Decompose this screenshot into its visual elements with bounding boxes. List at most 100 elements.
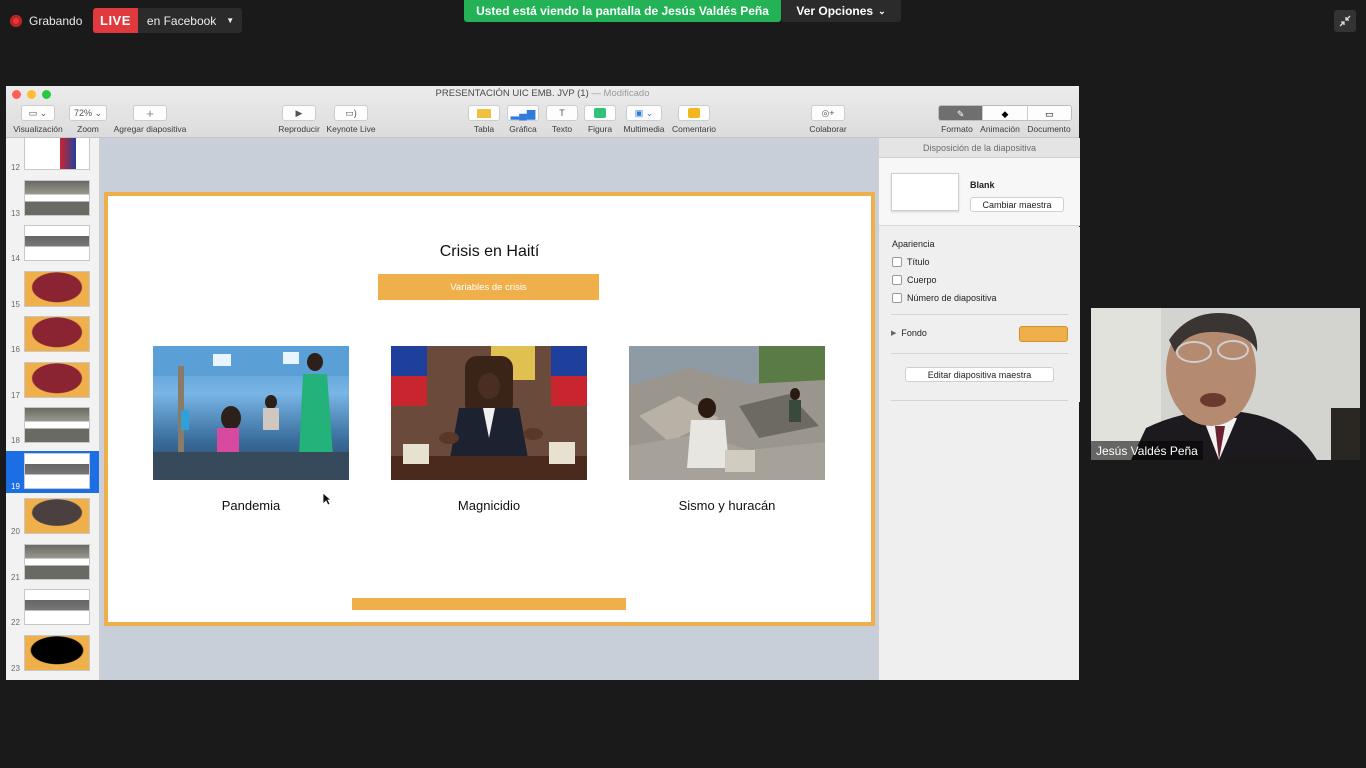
slide-number-checkbox-row[interactable]: Número de diapositiva (892, 293, 997, 303)
media-button[interactable]: ▣ ⌄ Multimedia (621, 105, 667, 134)
view-options-button[interactable]: Ver Opciones ⌄ (781, 0, 901, 22)
inspector-panel: Disposición de la diapositiva Blank Camb… (878, 138, 1080, 680)
play-button[interactable]: ▶ Reproducir (276, 105, 322, 134)
exit-fullscreen-button[interactable] (1334, 10, 1356, 32)
collaborate-button[interactable]: ◎+ Colaborar (808, 105, 848, 134)
slide-thumbnail (24, 543, 90, 580)
navigator-slide-15[interactable]: 15 (6, 269, 99, 311)
chart-icon: ▂▄▆ (510, 107, 536, 120)
slide-number: 18 (11, 436, 20, 445)
navigator-slide-14[interactable]: 14 (6, 223, 99, 265)
keynote-live-icon: ▭) (334, 105, 368, 121)
recording-indicator: Grabando (10, 10, 82, 32)
play-icon: ▶ (282, 105, 316, 121)
earthquake-photo[interactable] (629, 346, 825, 480)
navigator-slide-17[interactable]: 17 (6, 360, 99, 402)
slide-number: 19 (11, 481, 20, 491)
animation-icon: ◆ (1001, 108, 1009, 119)
comment-button[interactable]: Comentario (670, 105, 718, 134)
slide-number: 12 (11, 163, 20, 172)
comment-icon (688, 108, 700, 118)
shape-button[interactable]: Figura (584, 105, 616, 134)
slide-subtitle-chip[interactable]: Variables de crisis (378, 274, 599, 300)
navigator-slide-19[interactable]: 19 (6, 450, 99, 493)
slide-number: 15 (11, 299, 20, 309)
slide-number: 21 (11, 572, 20, 582)
collapse-icon (1339, 15, 1351, 27)
slide-thumbnail (24, 270, 90, 307)
appearance-section: Apariencia Título Cuerpo Número de diapo… (879, 227, 1080, 402)
chevron-down-icon: ⌄ (878, 5, 886, 16)
keynote-live-button[interactable]: ▭) Keynote Live (326, 105, 376, 134)
caption-magnicidio[interactable]: Magnicidio (391, 498, 587, 513)
document-tab[interactable]: ▭ (1026, 106, 1071, 120)
slide-number: 23 (11, 663, 20, 673)
document-icon: ▭ (1045, 108, 1054, 119)
master-section: Blank Cambiar maestra (879, 158, 1080, 226)
background-color-well[interactable] (1019, 326, 1068, 342)
navigator-slide-12[interactable]: 12 (6, 138, 99, 174)
inspector-segmented-control: ✎ ◆ ▭ (938, 105, 1072, 121)
slide-thumbnail (24, 498, 90, 534)
background-disclosure[interactable]: ▶ Fondo (891, 328, 927, 338)
navigator-slide-22[interactable]: 22 (6, 587, 99, 629)
live-stream-badge[interactable]: LIVE en Facebook ▼ (93, 8, 243, 33)
slide-thumbnail (24, 179, 90, 216)
participant-video[interactable]: Jesús Valdés Peña (1091, 308, 1360, 460)
format-tab[interactable]: ✎ (939, 106, 983, 120)
slide-number: 16 (11, 345, 20, 354)
slide-thumbnail (24, 634, 90, 671)
current-slide[interactable]: Crisis en Haití Variables de crisis Pand… (104, 192, 875, 626)
caption-sismo[interactable]: Sismo y huracán (629, 498, 825, 513)
change-master-button[interactable]: Cambiar maestra (970, 197, 1064, 212)
master-thumbnail[interactable] (891, 173, 959, 211)
slide-navigator: 12 13 14 15 16 17 18 19 20 21 22 23 (6, 138, 100, 680)
slide-thumbnail (24, 407, 90, 443)
text-button[interactable]: T Texto (546, 105, 578, 134)
slide-thumbnail (24, 452, 90, 489)
navigator-slide-16[interactable]: 16 (6, 314, 99, 356)
pandemic-photo[interactable] (153, 346, 349, 480)
table-icon (477, 108, 491, 118)
navigator-slide-21[interactable]: 21 (6, 542, 99, 584)
participant-avatar (1091, 308, 1360, 460)
shape-icon (594, 108, 606, 118)
paintbrush-icon: ✎ (956, 108, 965, 119)
keynote-window: PRESENTACIÓN UIC EMB. JVP (1) — Modifica… (6, 86, 1080, 680)
title-checkbox-row[interactable]: Título (892, 257, 930, 267)
caption-pandemia[interactable]: Pandemia (153, 498, 349, 513)
zoom-menu[interactable]: 72% ⌄ Zoom (68, 105, 108, 134)
slide-title[interactable]: Crisis en Haití (108, 243, 871, 261)
recording-label: Grabando (29, 14, 83, 28)
slide-number: 17 (11, 390, 20, 400)
slide-number: 13 (11, 208, 20, 218)
chart-button[interactable]: ▂▄▆ Gráfica (506, 105, 540, 134)
magnicide-photo[interactable] (391, 346, 587, 480)
divider (891, 314, 1068, 315)
view-menu[interactable]: ▭ ⌄ Visualización (12, 105, 64, 134)
navigator-slide-18[interactable]: 18 (6, 405, 99, 447)
navigator-slide-23[interactable]: 23 (6, 633, 99, 675)
slide-thumbnail (24, 225, 90, 261)
slide-number-checkbox[interactable] (892, 293, 902, 303)
view-options-label: Ver Opciones (796, 4, 874, 18)
title-checkbox[interactable] (892, 257, 902, 267)
edit-master-button[interactable]: Editar diapositiva maestra (905, 367, 1054, 382)
animation-tab[interactable]: ◆ (982, 106, 1027, 120)
participant-name: Jesús Valdés Peña (1091, 441, 1203, 460)
body-checkbox-row[interactable]: Cuerpo (892, 275, 937, 285)
inspector-header: Disposición de la diapositiva (879, 138, 1080, 158)
screen-share-banner: Usted está viendo la pantalla de Jesús V… (464, 0, 781, 22)
slide-number: 20 (11, 527, 20, 536)
disclosure-triangle-icon: ▶ (891, 330, 897, 337)
add-slide-button[interactable]: + Agregar diapositiva (112, 105, 188, 134)
table-button[interactable]: Tabla (468, 105, 500, 134)
caret-down-icon[interactable]: ▼ (226, 16, 234, 25)
live-destination: en Facebook (146, 13, 217, 28)
window-title: PRESENTACIÓN UIC EMB. JVP (1) — Modifica… (6, 88, 1079, 99)
footer-bar[interactable] (352, 598, 626, 610)
animation-label: Animación (980, 124, 1020, 134)
body-checkbox[interactable] (892, 275, 902, 285)
navigator-slide-13[interactable]: 13 (6, 178, 99, 220)
navigator-slide-20[interactable]: 20 (6, 496, 99, 538)
